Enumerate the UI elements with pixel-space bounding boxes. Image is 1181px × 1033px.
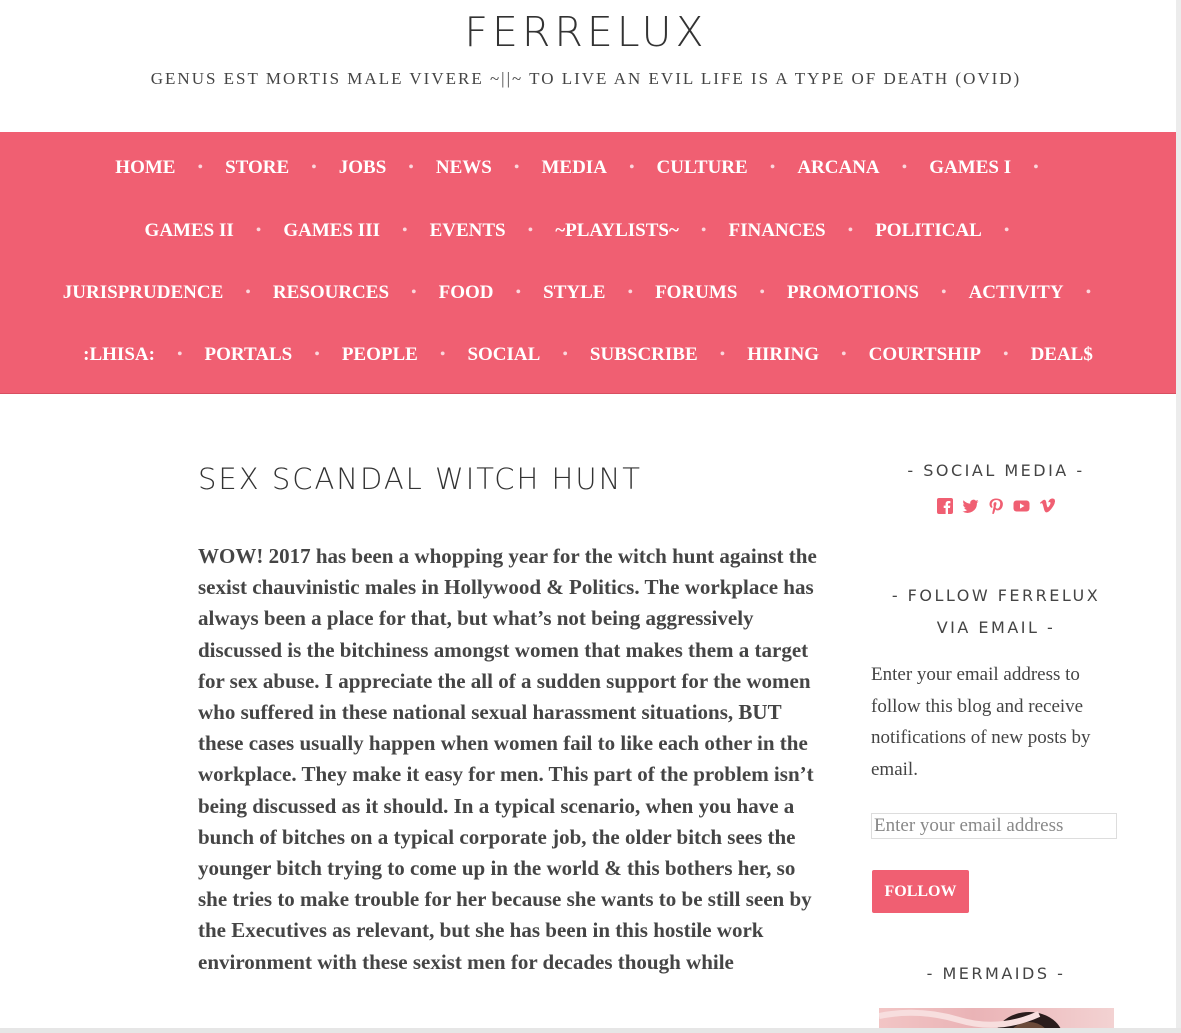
nav-separator: • [176, 346, 183, 363]
mermaids-widget-title-wrap: - MERMAIDS - [871, 958, 1121, 990]
facebook-icon[interactable] [937, 498, 953, 514]
nav-item-resources[interactable]: RESOURCES [273, 282, 389, 304]
nav-separator: • [700, 222, 707, 239]
nav-row: JURISPRUDENCE • RESOURCES • FOOD • STYLE • FORUM… [0, 273, 1176, 313]
nav-separator: • [841, 346, 847, 363]
nav-item-games-iii[interactable]: GAMES III [283, 220, 380, 242]
nav-separator: • [719, 346, 726, 363]
nav-item-home[interactable]: HOME [115, 157, 175, 179]
email-field[interactable] [871, 813, 1117, 839]
nav-separator: • [1003, 222, 1010, 239]
post-title[interactable]: SEX SCANDAL WITCH HUNT [198, 462, 838, 496]
nav-separator: • [515, 284, 522, 301]
social-media-widget-title: - SOCIAL MEDIA - [871, 455, 1121, 487]
nav-row: GAMES II • GAMES III • EVENTS • ~PLAYLISTS~ • FI… [0, 211, 1176, 251]
nav-item-social[interactable]: SOCIAL [467, 344, 540, 366]
nav-item-games-i[interactable]: GAMES I [929, 157, 1011, 179]
nav-item-political[interactable]: POLITICAL [875, 220, 982, 242]
nav-separator: • [627, 284, 634, 301]
horizontal-scrollbar[interactable] [0, 1028, 1181, 1033]
nav-item-food[interactable]: FOOD [439, 282, 494, 304]
nav-separator: • [314, 346, 320, 363]
nav-row: HOME • STORE • JOBS • NEWS • MEDIA • CULTURE • ARCAN… [0, 148, 1176, 188]
post-body: WOW! 2017 has been a whopping year for t… [198, 544, 817, 974]
nav-separator: • [255, 222, 262, 239]
follow-widget-title-wrap: - FOLLOW FERRELUX VIA EMAIL - [871, 580, 1121, 644]
nav-separator: • [901, 159, 908, 176]
nav-item-activity[interactable]: ACTIVITY [969, 282, 1064, 304]
nav-item-jobs[interactable]: JOBS [339, 157, 387, 179]
nav-separator: • [759, 284, 765, 301]
follow-button[interactable]: FOLLOW [872, 870, 969, 913]
nav-separator: • [513, 159, 520, 176]
nav-item-subscribe[interactable]: SUBSCRIBE [590, 344, 698, 366]
nav-item-style[interactable]: STYLE [543, 282, 605, 304]
social-icons [871, 498, 1121, 514]
nav-separator: • [769, 159, 776, 176]
nav-separator: • [311, 159, 317, 176]
nav-separator: • [562, 346, 568, 363]
nav-item-media[interactable]: MEDIA [541, 157, 606, 179]
nav-separator: • [1085, 284, 1092, 301]
nav-item-finances[interactable]: FINANCES [728, 220, 825, 242]
nav-separator: • [408, 159, 414, 176]
nav-item-lhisa[interactable]: :LHISA: [83, 344, 155, 366]
nav-item-forums[interactable]: FORUMS [655, 282, 737, 304]
youtube-icon[interactable] [1013, 498, 1030, 514]
follow-description: Enter your email address to follow this … [871, 664, 1091, 780]
nav-separator: • [940, 284, 947, 301]
nav-item-playlists[interactable]: ~PLAYLISTS~ [555, 220, 679, 242]
nav-separator: • [197, 159, 204, 176]
vimeo-icon[interactable] [1039, 498, 1055, 514]
nav-separator: • [245, 284, 251, 301]
nav-item-events[interactable]: EVENTS [430, 220, 506, 242]
widget-title: - FOLLOW FERRELUX VIA EMAIL - [891, 586, 1101, 637]
nav-separator: • [411, 284, 417, 301]
site-title[interactable]: FERRELUX [0, 8, 1172, 56]
nav-item-games-ii[interactable]: GAMES II [145, 220, 234, 242]
nav-row: :LHISA: • PORTALS • PEOPLE • SOCIAL • SUBSCRIBE •… [0, 335, 1176, 375]
window-scrollbar[interactable] [1176, 0, 1181, 1033]
nav-item-deal[interactable]: DEAL$ [1031, 344, 1093, 366]
nav-separator: • [439, 346, 446, 363]
nav-item-promotions[interactable]: PROMOTIONS [787, 282, 919, 304]
nav-item-people[interactable]: PEOPLE [342, 344, 418, 366]
twitter-icon[interactable] [962, 498, 979, 514]
widget-title: - MERMAIDS - [926, 964, 1066, 983]
nav-item-jurisprudence[interactable]: JURISPRUDENCE [63, 282, 223, 304]
nav-item-culture[interactable]: CULTURE [657, 157, 748, 179]
widget-title: - SOCIAL MEDIA - [907, 461, 1085, 480]
nav-item-store[interactable]: STORE [225, 157, 289, 179]
nav-item-courtship[interactable]: COURTSHIP [869, 344, 981, 366]
nav-separator: • [628, 159, 635, 176]
main-navigation: HOME • STORE • JOBS • NEWS • MEDIA • CULTURE • ARCAN… [0, 132, 1176, 394]
nav-item-portals[interactable]: PORTALS [205, 344, 293, 366]
pinterest-icon[interactable] [988, 498, 1004, 514]
nav-separator: • [847, 222, 854, 239]
mermaid-image[interactable] [879, 1008, 1114, 1030]
nav-item-hiring[interactable]: HIRING [747, 344, 819, 366]
site-tagline: GENUS EST MORTIS MALE VIVERE ~||~ TO LIV… [150, 69, 1022, 88]
nav-item-news[interactable]: NEWS [436, 157, 492, 179]
nav-separator: • [1002, 346, 1009, 363]
nav-separator: • [1033, 159, 1039, 176]
nav-separator: • [401, 222, 408, 239]
nav-item-arcana[interactable]: ARCANA [797, 157, 879, 179]
nav-separator: • [527, 222, 534, 239]
